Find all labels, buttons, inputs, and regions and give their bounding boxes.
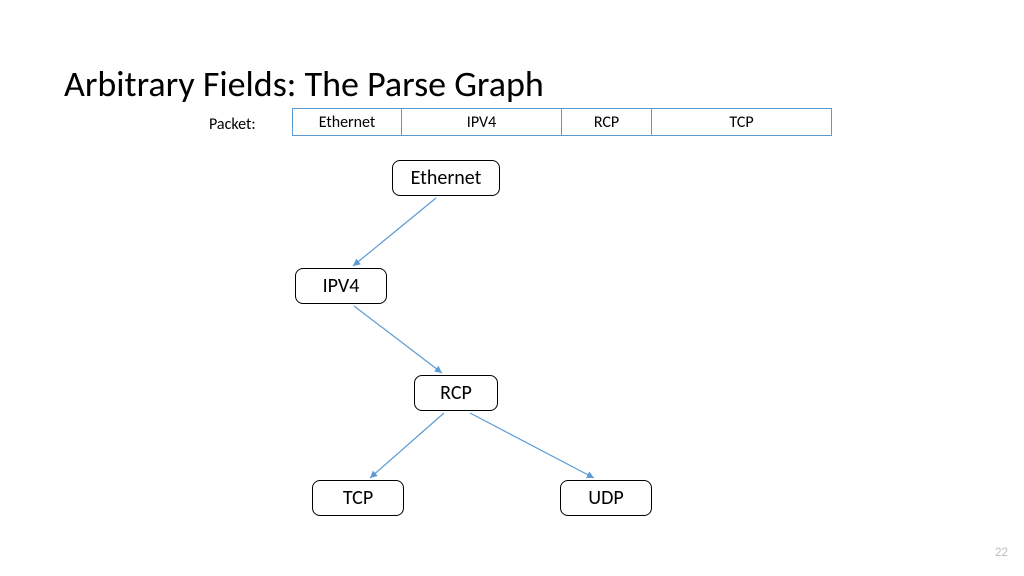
node-ethernet: Ethernet	[392, 160, 500, 196]
packet-row: Ethernet IPV4 RCP TCP	[292, 108, 832, 136]
edge-rcp-udp	[470, 413, 594, 478]
node-udp: UDP	[560, 480, 652, 516]
packet-cell-rcp: RCP	[562, 108, 652, 136]
edge-ethernet-ipv4	[353, 198, 436, 266]
slide-title: Arbitrary Fields: The Parse Graph	[64, 62, 544, 106]
packet-cell-ethernet: Ethernet	[292, 108, 402, 136]
edge-rcp-tcp	[370, 413, 444, 478]
node-ipv4: IPV4	[295, 268, 387, 304]
packet-cell-tcp: TCP	[652, 108, 832, 136]
edge-ipv4-rcp	[354, 306, 442, 373]
packet-label: Packet:	[209, 115, 256, 134]
page-number: 22	[995, 545, 1008, 560]
packet-cell-ipv4: IPV4	[402, 108, 562, 136]
node-tcp: TCP	[312, 480, 404, 516]
node-rcp: RCP	[414, 375, 498, 411]
